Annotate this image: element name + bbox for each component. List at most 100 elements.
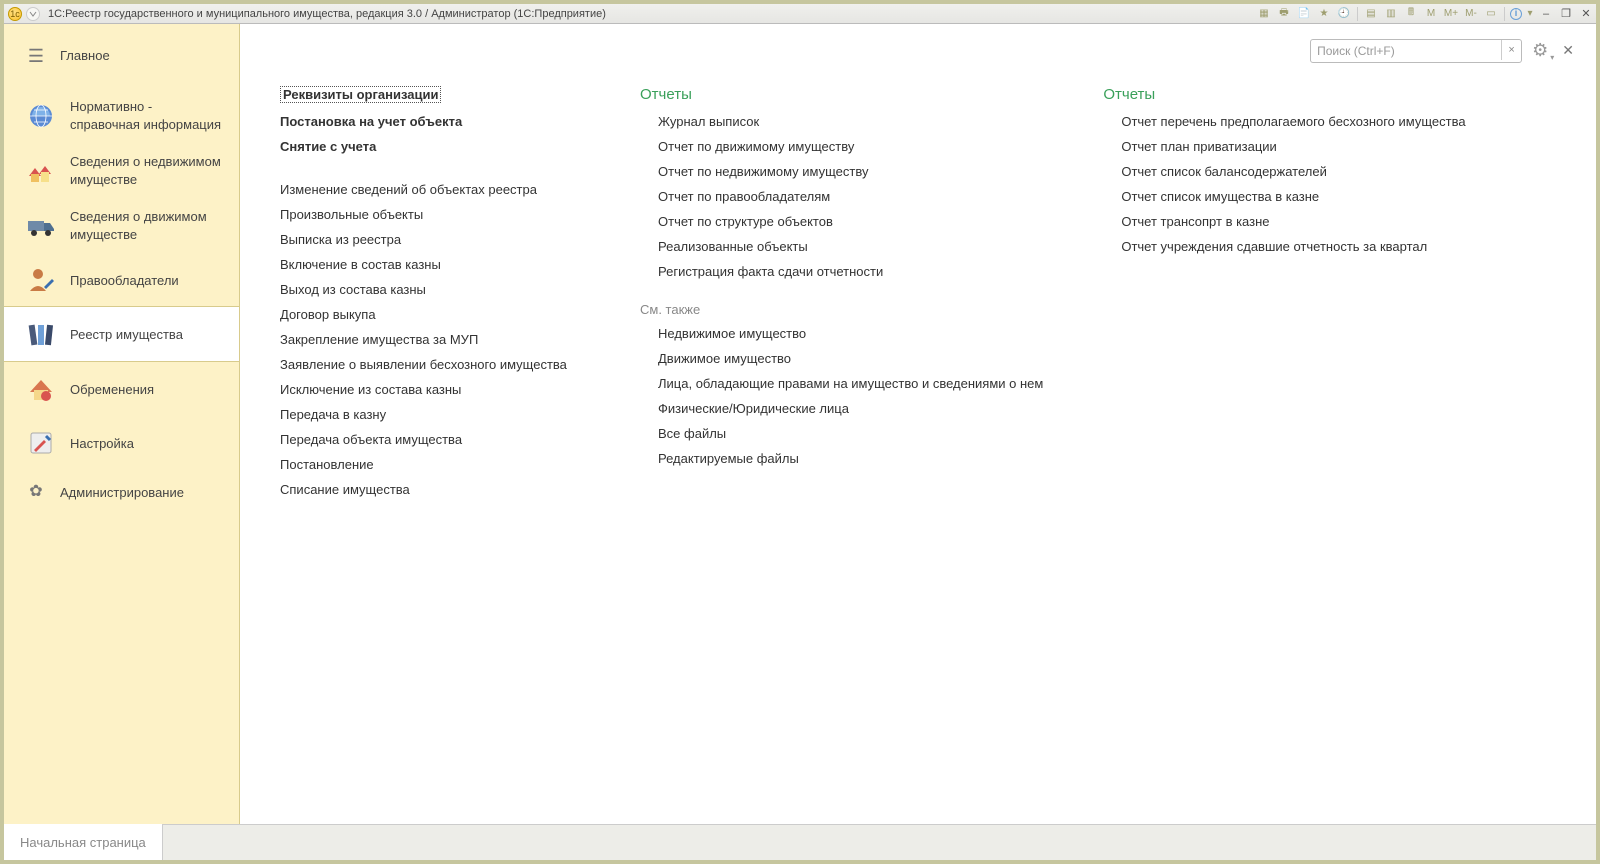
link-item[interactable]: Отчет список имущества в казне <box>1103 184 1465 209</box>
info-icon[interactable]: i <box>1510 8 1522 20</box>
see-also-heading: См. также <box>640 302 1043 317</box>
link-item[interactable]: Отчет перечень предполагаемого бесхозног… <box>1103 109 1465 134</box>
link-item[interactable]: Закрепление имущества за МУП <box>280 327 580 352</box>
search-input[interactable] <box>1310 39 1522 63</box>
link-item[interactable]: Редактируемые файлы <box>640 446 1043 471</box>
tool-icon-8[interactable]: 🖩 <box>1403 6 1419 22</box>
link-item[interactable]: Отчет по движимому имуществу <box>640 134 1043 159</box>
reports-heading: Отчеты <box>640 86 1043 103</box>
sidebar-item-realestate[interactable]: Сведения о недвижимом имуществе <box>4 143 239 198</box>
sidebar-item-registry[interactable]: Реестр имущества <box>4 306 239 362</box>
window-title: 1С:Реестр государственного и муниципальн… <box>44 8 606 20</box>
tool-icon-1[interactable]: ▦ <box>1256 6 1272 22</box>
link-item[interactable]: Заявление о выявлении бесхозного имущест… <box>280 352 580 377</box>
hamburger-icon: ☰ <box>24 44 48 68</box>
bottom-tabs: Начальная страница <box>4 824 1596 860</box>
tab-strip-empty <box>163 825 1596 860</box>
link-item[interactable]: Договор выкупа <box>280 302 580 327</box>
link-org-details[interactable]: Реквизиты организации <box>280 86 441 103</box>
tab-label: Начальная страница <box>20 835 146 850</box>
sidebar-item-admin[interactable]: ✿ Администрирование <box>4 470 239 514</box>
sidebar-item-label: Администрирование <box>60 484 184 502</box>
link-item[interactable]: Включение в состав казны <box>280 252 580 277</box>
tool-icon-2[interactable]: 🖶 <box>1276 6 1292 22</box>
sidebar-main-label: Главное <box>60 47 110 65</box>
link-item[interactable]: Журнал выписок <box>640 109 1043 134</box>
m-button[interactable]: M <box>1423 6 1439 22</box>
link-item[interactable]: Физические/Юридические лица <box>640 396 1043 421</box>
link-item[interactable]: Исключение из состава казны <box>280 377 580 402</box>
link-item[interactable]: Произвольные объекты <box>280 202 580 227</box>
link-item[interactable]: Отчет по структуре объектов <box>640 209 1043 234</box>
link-item[interactable]: Отчет по недвижимому имуществу <box>640 159 1043 184</box>
person-pen-icon <box>24 263 58 297</box>
link-item[interactable]: Движимое имущество <box>640 346 1043 371</box>
column-reports-2: Отчеты Отчет перечень предполагаемого бе… <box>1103 86 1465 259</box>
tab-start-page[interactable]: Начальная страница <box>4 825 163 860</box>
system-toolbar: ▦ 🖶 📄 ★ 🕘 ▤ ▥ 🖩 M M+ M- ▭ i ▾ – ❐ ✕ <box>1256 6 1596 22</box>
maximize-button[interactable]: ❐ <box>1558 6 1574 22</box>
column-reports-1: Отчеты Журнал выписок Отчет по движимому… <box>640 86 1043 471</box>
link-item[interactable]: Передача в казну <box>280 402 580 427</box>
link-item[interactable]: Отчет учреждения сдавшие отчетность за к… <box>1103 234 1465 259</box>
sidebar-item-label: Настройка <box>70 435 134 453</box>
app-logo-icon: 1c <box>8 7 22 21</box>
sidebar-item-label: Правообладатели <box>70 272 179 290</box>
m-plus-button[interactable]: M+ <box>1443 6 1459 22</box>
column-actions: Реквизиты организации Постановка на учет… <box>280 86 580 502</box>
sidebar-item-settings[interactable]: Настройка <box>4 416 239 470</box>
tool-icon-5[interactable]: 🕘 <box>1336 6 1352 22</box>
separator <box>1504 7 1505 21</box>
separator <box>1357 7 1358 21</box>
link-item[interactable]: Отчет план приватизации <box>1103 134 1465 159</box>
close-window-button[interactable]: ✕ <box>1578 6 1594 22</box>
link-item[interactable]: Выход из состава казны <box>280 277 580 302</box>
link-item[interactable]: Отчет по правообладателям <box>640 184 1043 209</box>
clear-search-button[interactable]: × <box>1501 40 1521 60</box>
sidebar-item-label: Обременения <box>70 381 154 399</box>
sidebar-item-movable[interactable]: Сведения о движимом имуществе <box>4 198 239 253</box>
tool-icon-7[interactable]: ▥ <box>1383 6 1399 22</box>
nav-dropdown-icon[interactable] <box>26 7 40 21</box>
sidebar-item-label: Нормативно - справочная информация <box>70 98 225 133</box>
settings-dropdown-button[interactable]: ⚙ <box>1530 40 1550 61</box>
minimize-button[interactable]: – <box>1538 6 1554 22</box>
tool-icon-6[interactable]: ▤ <box>1363 6 1379 22</box>
content-area: × ⚙ ✕ Реквизиты организации Постановка н… <box>240 24 1596 824</box>
search-box: × <box>1310 39 1522 63</box>
globe-icon <box>24 99 58 133</box>
books-icon <box>24 317 58 351</box>
link-item[interactable]: Изменение сведений об объектах реестра <box>280 177 580 202</box>
tool-icon-9[interactable]: ▭ <box>1483 6 1499 22</box>
sidebar-main[interactable]: ☰ Главное <box>4 24 239 88</box>
link-item[interactable]: Все файлы <box>640 421 1043 446</box>
tool-icon-4[interactable]: ★ <box>1316 6 1332 22</box>
gear-icon: ✿ <box>24 480 48 504</box>
link-register-object[interactable]: Постановка на учет объекта <box>280 109 580 134</box>
sidebar-item-label: Сведения о движимом имуществе <box>70 208 225 243</box>
link-item[interactable]: Постановление <box>280 452 580 477</box>
m-minus-button[interactable]: M- <box>1463 6 1479 22</box>
sidebar-item-owners[interactable]: Правообладатели <box>4 253 239 307</box>
tool-icon-3[interactable]: 📄 <box>1296 6 1312 22</box>
link-item[interactable]: Отчет трансопрт в казне <box>1103 209 1465 234</box>
link-item[interactable]: Лица, обладающие правами на имущество и … <box>640 371 1043 396</box>
link-item[interactable]: Списание имущества <box>280 477 580 502</box>
reports-heading-2: Отчеты <box>1103 86 1465 103</box>
house-shield-icon <box>24 372 58 406</box>
houses-icon <box>24 154 58 188</box>
close-panel-button[interactable]: ✕ <box>1558 42 1578 59</box>
tools-icon <box>24 426 58 460</box>
link-item[interactable]: Недвижимое имущество <box>640 321 1043 346</box>
link-item[interactable]: Отчет список балансодержателей <box>1103 159 1465 184</box>
sidebar-item-reference[interactable]: Нормативно - справочная информация <box>4 88 239 143</box>
sidebar-item-encumbrances[interactable]: Обременения <box>4 362 239 416</box>
link-item[interactable]: Выписка из реестра <box>280 227 580 252</box>
link-item[interactable]: Регистрация факта сдачи отчетности <box>640 259 1043 284</box>
info-dropdown-icon[interactable]: ▾ <box>1526 6 1534 22</box>
sidebar-item-label: Реестр имущества <box>70 326 183 344</box>
link-item[interactable]: Реализованные объекты <box>640 234 1043 259</box>
link-item[interactable]: Передача объекта имущества <box>280 427 580 452</box>
sidebar-item-label: Сведения о недвижимом имуществе <box>70 153 225 188</box>
link-deregister[interactable]: Снятие с учета <box>280 134 580 159</box>
